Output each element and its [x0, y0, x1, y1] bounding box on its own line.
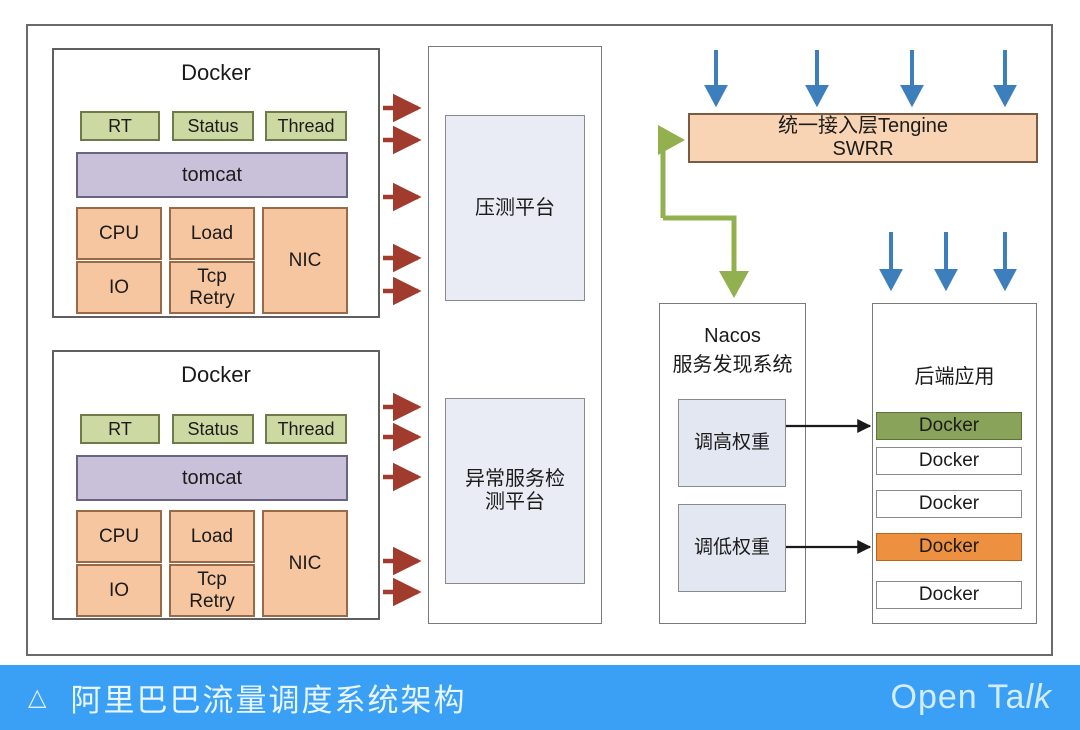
docker-node-1-tcp-retry: Tcp Retry: [169, 261, 255, 314]
backend-apps-title: 后端应用: [914, 366, 995, 388]
docker-node-1-cpu: CPU: [76, 207, 162, 260]
backend-docker-instance-3: Docker: [876, 490, 1022, 518]
docker-node-2-tcp-retry-line2: Retry: [189, 590, 235, 612]
docker-node-1-metric-rt: RT: [80, 111, 160, 141]
tengine-line2: SWRR: [832, 138, 894, 160]
nacos-decrease-weight: 调低权重: [678, 504, 786, 592]
docker-node-2-tomcat: tomcat: [76, 455, 348, 501]
docker-node-1-tomcat: tomcat: [76, 152, 348, 198]
diagram-canvas: Docker RT Status Thread tomcat CPU Load …: [0, 0, 1080, 730]
backend-docker-instance-5: Docker: [876, 581, 1022, 609]
docker-node-1-metric-thread: Thread: [265, 111, 347, 141]
docker-node-1-title: Docker: [181, 60, 251, 85]
docker-node-1-tcp-retry-line1: Tcp: [197, 265, 227, 287]
open-talk-logo-slash: lk: [1025, 678, 1052, 716]
docker-node-2-io: IO: [76, 564, 162, 617]
docker-node-1-tcp-retry-line2: Retry: [189, 287, 235, 309]
docker-node-2-tcp-retry-line1: Tcp: [197, 568, 227, 590]
nacos-increase-weight: 调高权重: [678, 399, 786, 487]
docker-node-2-title: Docker: [181, 362, 251, 387]
docker-node-2-metric-status: Status: [172, 414, 254, 444]
nacos-title: Nacos 服务发现系统: [660, 322, 805, 380]
backend-docker-instance-1: Docker: [876, 412, 1022, 440]
caption-bar: △ 阿里巴巴流量调度系统架构 Open Ta lk: [0, 665, 1080, 730]
docker-node-2-tcp-retry: Tcp Retry: [169, 564, 255, 617]
nacos-title-line2: 服务发现系统: [672, 354, 793, 376]
platform-stress-test: 压测平台: [445, 115, 585, 301]
docker-node-2-load: Load: [169, 510, 255, 563]
docker-node-2-metric-rt: RT: [80, 414, 160, 444]
docker-node-1-metric-status: Status: [172, 111, 254, 141]
open-talk-logo-main: Open Ta: [890, 678, 1026, 716]
caption-title: 阿里巴巴流量调度系统架构: [70, 683, 467, 718]
caption-left-group: △ 阿里巴巴流量调度系统架构: [28, 675, 466, 720]
open-talk-logo: Open Ta lk: [891, 678, 1052, 717]
tengine-line1: 统一接入层Tengine: [777, 115, 949, 137]
nacos-title-line1: Nacos: [704, 325, 761, 347]
backend-docker-instance-4: Docker: [876, 533, 1022, 561]
docker-node-1-io: IO: [76, 261, 162, 314]
triangle-icon: △: [28, 683, 47, 711]
docker-node-1-load: Load: [169, 207, 255, 260]
tengine-access-layer: 统一接入层Tengine SWRR: [688, 113, 1038, 163]
platform-anomaly-detection: 异常服务检测平台: [445, 398, 585, 584]
docker-node-1-nic: NIC: [262, 207, 348, 314]
docker-node-2-nic: NIC: [262, 510, 348, 617]
docker-node-2-metric-thread: Thread: [265, 414, 347, 444]
docker-node-2-cpu: CPU: [76, 510, 162, 563]
backend-docker-instance-2: Docker: [876, 447, 1022, 475]
